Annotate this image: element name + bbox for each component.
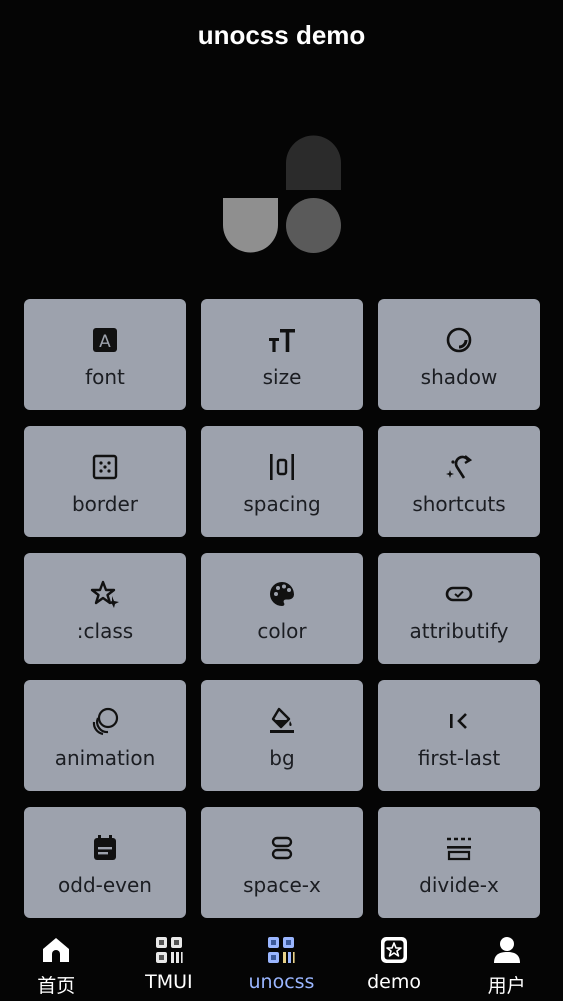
bubbles-icon xyxy=(88,704,122,738)
card-label: font xyxy=(85,364,125,389)
card-label: :class xyxy=(76,618,134,643)
tab-demo[interactable]: demo xyxy=(338,926,451,1001)
card-odd-even[interactable]: odd-even xyxy=(24,807,186,918)
card-divide-x[interactable]: divide-x xyxy=(378,807,540,918)
calendar-note-icon xyxy=(88,831,122,865)
card-shadow[interactable]: shadow xyxy=(378,299,540,410)
card-label: shadow xyxy=(420,364,498,389)
card-label: attributify xyxy=(409,618,509,643)
unocss-logo xyxy=(223,135,341,253)
tab-label: 用户 xyxy=(487,975,526,997)
card-label: divide-x xyxy=(419,872,499,897)
grid-apps-color-icon xyxy=(265,934,297,966)
tab-user[interactable]: 用户 xyxy=(450,926,563,1001)
tab-label: demo xyxy=(367,971,422,993)
card-space-x[interactable]: space-x xyxy=(201,807,363,918)
shadow-circle-icon xyxy=(442,323,476,357)
grid-apps-icon xyxy=(153,934,185,966)
tab-unocss[interactable]: unocss xyxy=(225,926,338,1001)
star-card-icon xyxy=(378,934,410,966)
paint-bucket-icon xyxy=(265,704,299,738)
card-animation[interactable]: animation xyxy=(24,680,186,791)
page-title: unocss demo xyxy=(197,19,366,50)
card-bg[interactable]: bg xyxy=(201,680,363,791)
card-class[interactable]: :class xyxy=(24,553,186,664)
card-first-last[interactable]: first-last xyxy=(378,680,540,791)
card-attributify[interactable]: attributify xyxy=(378,553,540,664)
card-label: odd-even xyxy=(58,872,152,897)
card-size[interactable]: size xyxy=(201,299,363,410)
palette-icon xyxy=(265,577,299,611)
card-label: shortcuts xyxy=(412,491,506,516)
feature-grid: A font size shadow border spacing shortc… xyxy=(24,299,541,918)
card-font[interactable]: A font xyxy=(24,299,186,410)
card-label: border xyxy=(71,491,139,516)
card-border[interactable]: border xyxy=(24,426,186,537)
card-label: size xyxy=(262,364,302,389)
card-label: space-x xyxy=(243,872,321,897)
app-header: unocss demo xyxy=(0,0,563,70)
chevron-first-icon xyxy=(442,704,476,738)
card-color[interactable]: color xyxy=(201,553,363,664)
card-label: animation xyxy=(54,745,156,770)
user-icon xyxy=(491,934,523,966)
card-label: bg xyxy=(269,745,295,770)
divide-icon xyxy=(442,831,476,865)
tab-home[interactable]: 首页 xyxy=(0,926,113,1001)
border-dots-icon xyxy=(88,450,122,484)
magic-wand-icon xyxy=(442,450,476,484)
bottom-tab-bar: 首页 TMUI unocss demo 用户 xyxy=(0,926,563,1001)
svg-text:A: A xyxy=(99,332,111,352)
text-size-icon xyxy=(265,323,299,357)
toggle-pill-icon xyxy=(442,577,476,611)
star-class-icon xyxy=(88,577,122,611)
tab-tmui[interactable]: TMUI xyxy=(113,926,226,1001)
stacked-rows-icon xyxy=(265,831,299,865)
card-shortcuts[interactable]: shortcuts xyxy=(378,426,540,537)
card-label: first-last xyxy=(417,745,501,770)
font-letter-icon: A xyxy=(88,323,122,357)
card-spacing[interactable]: spacing xyxy=(201,426,363,537)
card-label: color xyxy=(257,618,307,643)
home-icon xyxy=(40,934,72,966)
tab-label: TMUI xyxy=(145,971,193,993)
card-label: spacing xyxy=(243,491,321,516)
spacing-icon xyxy=(265,450,299,484)
tab-label: 首页 xyxy=(37,975,76,997)
tab-label: unocss xyxy=(248,971,315,993)
